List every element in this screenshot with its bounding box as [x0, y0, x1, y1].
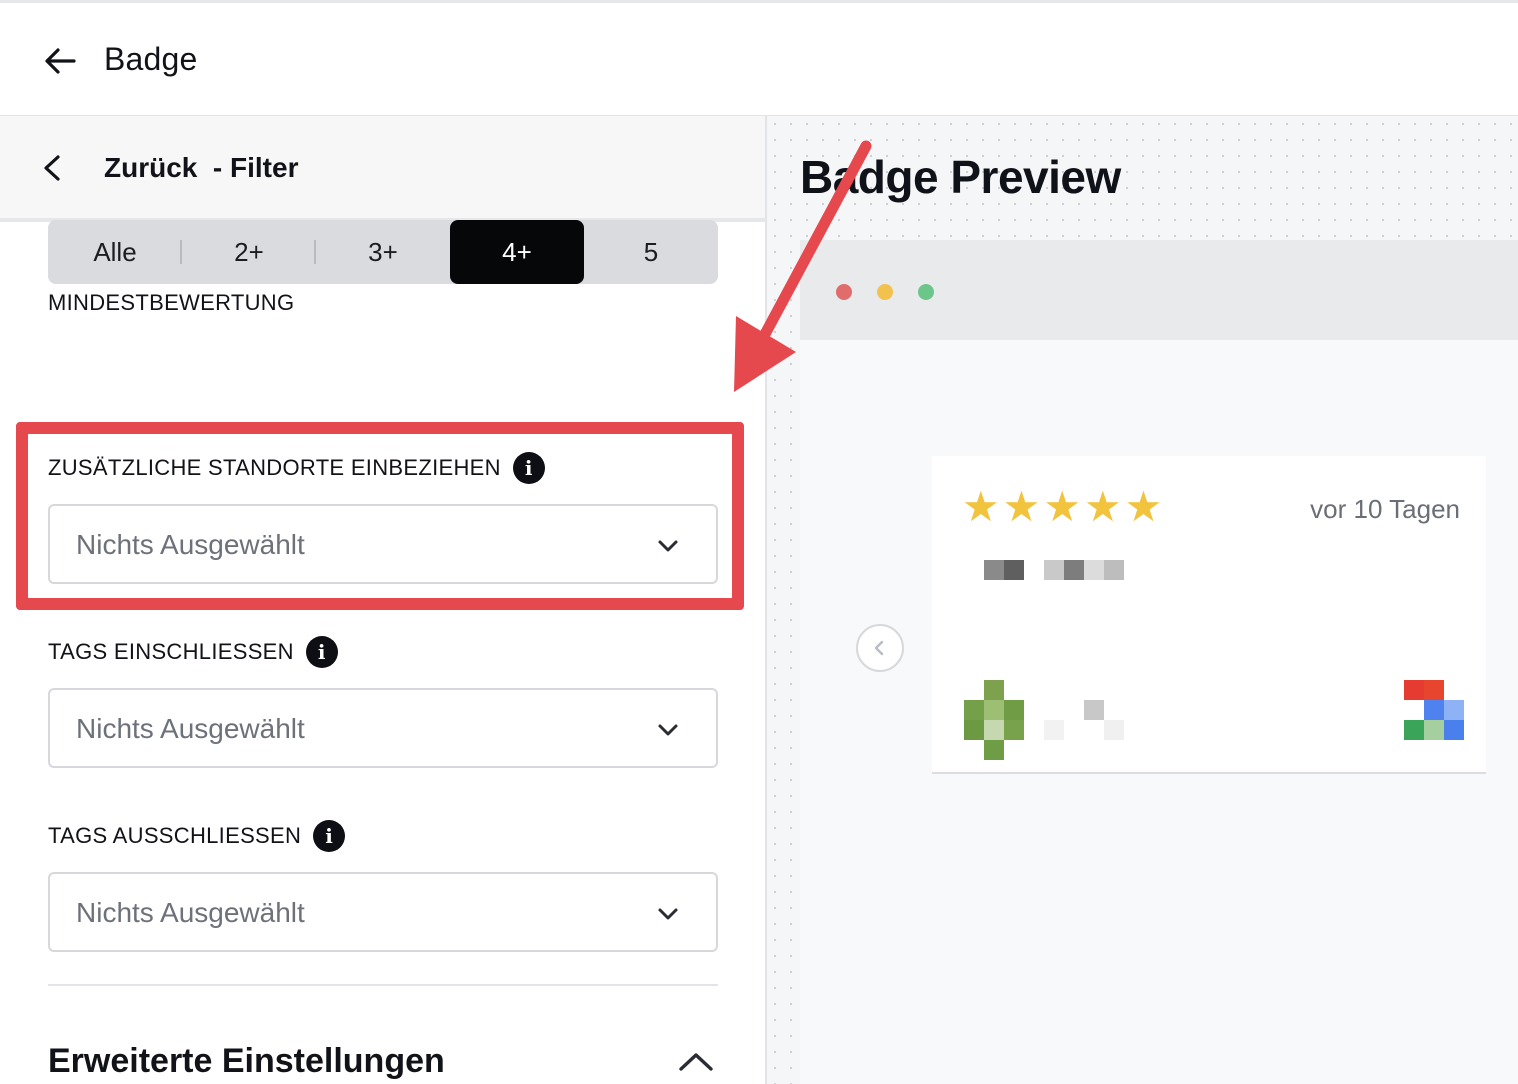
- top-header: Badge: [0, 0, 1518, 116]
- info-icon[interactable]: i: [313, 820, 346, 852]
- tags-exclude-select[interactable]: Nichts Ausgewählt: [48, 872, 718, 952]
- window-minimize-dot: [877, 284, 893, 300]
- page-title: Badge: [104, 41, 198, 77]
- chevron-down-icon: [658, 724, 678, 736]
- chevron-up-icon[interactable]: [676, 1046, 716, 1076]
- star-icon: ★: [1002, 482, 1041, 531]
- carousel-prev-button[interactable]: [856, 624, 904, 672]
- chevron-down-icon: [658, 908, 678, 920]
- locations-label-text: ZUSÄTZLICHE STANDORTE EINBEZIEHEN: [48, 455, 501, 480]
- preview-title: Badge Preview: [800, 151, 1121, 203]
- rating-option-5[interactable]: 5: [584, 220, 718, 284]
- tags-exclude-select-value: Nichts Ausgewählt: [76, 897, 305, 928]
- chevron-down-icon: [658, 540, 678, 552]
- locations-select-value: Nichts Ausgewählt: [76, 529, 305, 560]
- tags-include-label-text: TAGS EINSCHLIESSEN: [48, 639, 294, 664]
- rating-option-2plus[interactable]: 2+: [182, 220, 316, 284]
- star-icon: ★: [1083, 482, 1122, 531]
- rating-option-4plus[interactable]: 4+: [450, 220, 584, 284]
- window-close-dot: [836, 284, 852, 300]
- browser-titlebar: [800, 240, 1518, 340]
- info-icon[interactable]: i: [512, 452, 545, 484]
- arrow-left-icon[interactable]: [40, 41, 80, 81]
- chevron-left-icon: [874, 640, 884, 656]
- review-date: vor 10 Tagen: [1310, 494, 1460, 524]
- info-icon[interactable]: i: [305, 636, 338, 668]
- locations-select[interactable]: Nichts Ausgewählt: [48, 504, 718, 584]
- divider: [48, 984, 718, 986]
- rating-option-all[interactable]: Alle: [48, 220, 182, 284]
- tags-include-select-value: Nichts Ausgewählt: [76, 713, 305, 744]
- review-card: ★ ★ ★ ★ ★ vor 10 Tagen: [932, 456, 1486, 774]
- rating-segmented-control: Alle 2+ 3+ 4+ 5: [48, 220, 718, 284]
- tags-include-select[interactable]: Nichts Ausgewählt: [48, 688, 718, 768]
- star-rating: ★ ★ ★ ★ ★: [962, 486, 1162, 528]
- chevron-left-icon[interactable]: [38, 152, 66, 184]
- star-icon: ★: [1043, 482, 1081, 531]
- rating-label: MINDESTBEWERTUNG: [48, 290, 294, 316]
- rating-option-3plus[interactable]: 3+: [316, 220, 450, 284]
- window-maximize-dot: [918, 284, 934, 300]
- back-link-label[interactable]: Zurück - Filter: [104, 152, 298, 184]
- rating-label-text: MINDESTBEWERTUNG: [48, 290, 295, 315]
- locations-label: ZUSÄTZLICHE STANDORTE EINBEZIEHEN i: [48, 452, 545, 484]
- star-icon: ★: [962, 482, 1000, 531]
- advanced-settings-title[interactable]: Erweiterte Einstellungen: [48, 1042, 445, 1081]
- tags-exclude-label-text: TAGS AUSSCHLIESSEN: [48, 823, 302, 848]
- tags-exclude-label: TAGS AUSSCHLIESSEN i: [48, 820, 346, 852]
- tags-include-label: TAGS EINSCHLIESSEN i: [48, 636, 338, 668]
- sub-header: Zurück - Filter: [0, 116, 765, 222]
- star-icon: ★: [1124, 482, 1163, 531]
